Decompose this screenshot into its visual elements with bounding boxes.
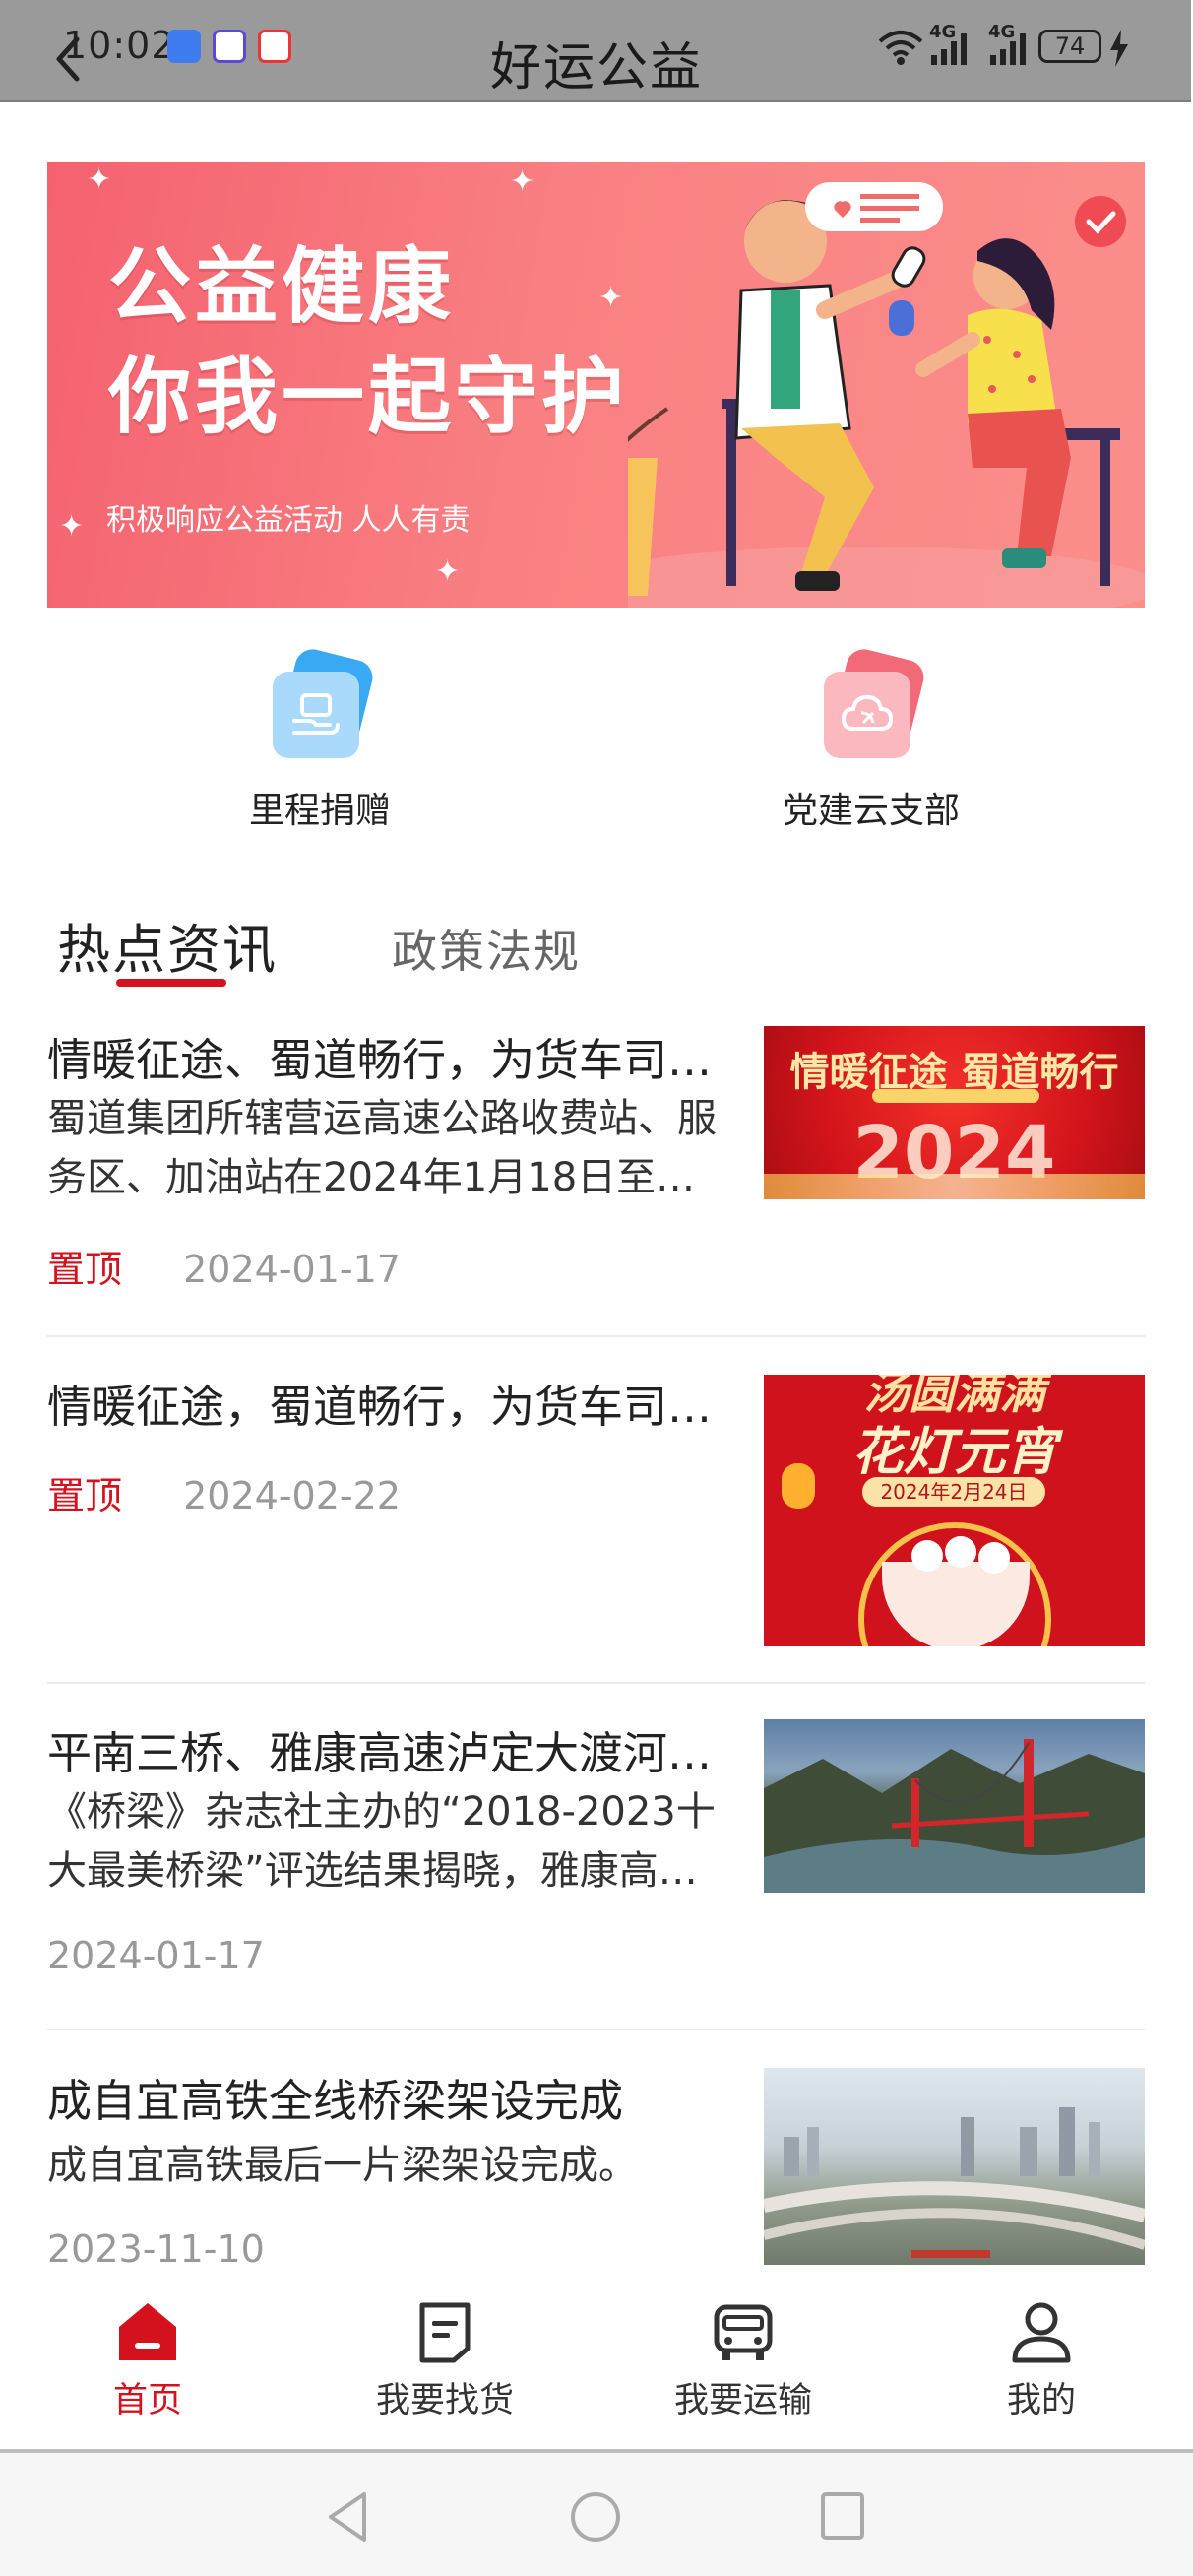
news-meta: 置顶 2024-01-17 xyxy=(47,1239,401,1293)
news-item[interactable]: 情暖征途、蜀道畅行，为货车司机送上新春关怀 蜀道集团所辖营运高速公路收费站、服务… xyxy=(47,1024,1145,1293)
document-icon xyxy=(419,2302,471,2363)
home-icon xyxy=(119,2303,176,2360)
tab-policy-regulations[interactable]: 政策法规 xyxy=(392,916,581,981)
news-summary: 成自宜高铁最后一片梁架设完成。 xyxy=(47,2143,638,2188)
truck-icon xyxy=(714,2304,773,2360)
entry-label: 党建云支部 xyxy=(782,791,960,831)
hand-donate-icon xyxy=(261,645,379,768)
news-item[interactable]: 成自宜高铁全线桥梁架设完成 成自宜高铁最后一片梁架设完成。 2023-11-10 xyxy=(47,2065,1145,2271)
news-thumbnail: 情暖征途 蜀道畅行 2024 xyxy=(764,1026,1145,1199)
banner-illustration xyxy=(628,182,1145,608)
cellular-signal-icon: 4G xyxy=(925,22,984,71)
sparkle-icon: ✦ xyxy=(598,281,624,315)
system-back-icon[interactable] xyxy=(323,2490,372,2544)
news-item[interactable]: 平南三桥、雅康高速泸定大渡河特大桥入选 《桥梁》杂志社主办的“2018-2023… xyxy=(47,1717,1145,1988)
nav-transport[interactable]: 我要运输 xyxy=(645,2299,842,2422)
sparkle-icon: ✦ xyxy=(510,164,535,199)
nav-find-cargo[interactable]: 我要找货 xyxy=(346,2299,543,2422)
news-meta: 2023-11-10 xyxy=(47,2227,265,2271)
divider xyxy=(47,1682,1145,1684)
news-date: 2024-01-17 xyxy=(183,1248,401,1291)
divider xyxy=(47,2029,1145,2030)
entry-label: 里程捐赠 xyxy=(248,791,391,831)
system-home-icon[interactable] xyxy=(569,2490,622,2544)
cellular-signal-icon: 4G xyxy=(984,22,1043,71)
charging-icon xyxy=(1110,30,1128,67)
news-title: 情暖征途、蜀道畅行，为货车司机送上新春关怀 xyxy=(47,1034,717,1086)
news-title: 成自宜高铁全线桥梁架设完成 xyxy=(47,2075,624,2127)
banner-title: 公益健康 你我一起守护 xyxy=(108,238,629,445)
news-summary: 《桥梁》杂志社主办的“2018-2023十大最美桥梁”评选结果揭晓，雅康高速泸定… xyxy=(47,1789,716,1894)
news-date: 2024-02-22 xyxy=(183,1474,401,1517)
sparkle-icon: ✦ xyxy=(435,554,461,589)
news-meta: 2024-01-17 xyxy=(47,1934,265,1977)
system-navigation-bar xyxy=(0,2453,1193,2576)
system-recents-icon[interactable] xyxy=(819,2490,866,2542)
battery-indicator: 74 xyxy=(1038,30,1101,63)
nav-home[interactable]: 首页 xyxy=(49,2299,246,2422)
news-meta: 置顶 2024-02-22 xyxy=(47,1465,401,1519)
divider xyxy=(47,1335,1145,1337)
party-cloud-branch-entry[interactable]: 党建云支部 xyxy=(743,645,999,847)
pinned-tag: 置顶 xyxy=(47,1248,123,1291)
news-thumbnail: 汤圆满满 花灯元宵 2024年2月24日 xyxy=(764,1375,1145,1646)
news-item[interactable]: 情暖征途，蜀道畅行，为货车司机送上元宵祝福 置顶 2024-02-22 汤圆满满… xyxy=(47,1371,1145,1648)
news-summary: 蜀道集团所辖营运高速公路收费站、服务区、加油站在2024年1月18日至2月24日… xyxy=(47,1096,717,1200)
active-tab-indicator xyxy=(116,979,226,987)
banner-subtitle: 积极响应公益活动 人人有责 xyxy=(106,503,471,538)
bottom-navigation: 首页 我要找货 我要运输 我的 xyxy=(0,2270,1191,2449)
top-bar: 10:02 好运公益 4G 4G 74 xyxy=(0,0,1191,102)
wifi-icon xyxy=(878,31,923,65)
news-thumbnail xyxy=(764,1719,1145,1893)
nav-profile[interactable]: 我的 xyxy=(943,2299,1140,2422)
sparkle-icon: ✦ xyxy=(87,162,112,197)
promo-banner[interactable]: 公益健康 你我一起守护 积极响应公益活动 人人有责 ✦ ✦ ✦ ✦ ✦ xyxy=(47,162,1145,608)
news-date: 2023-11-10 xyxy=(47,2227,265,2271)
pinned-tag: 置顶 xyxy=(47,1474,123,1517)
tab-hot-news[interactable]: 热点资讯 xyxy=(57,906,278,984)
profile-icon xyxy=(1012,2302,1071,2363)
news-title: 情暖征途，蜀道畅行，为货车司机送上元宵祝福 xyxy=(47,1381,717,1433)
news-thumbnail xyxy=(764,2068,1145,2265)
sparkle-icon: ✦ xyxy=(59,509,85,544)
news-date: 2024-01-17 xyxy=(47,1934,265,1977)
news-title: 平南三桥、雅康高速泸定大渡河特大桥入选 xyxy=(47,1727,717,1779)
cloud-party-icon xyxy=(812,645,930,768)
mileage-donation-entry[interactable]: 里程捐赠 xyxy=(192,645,448,847)
